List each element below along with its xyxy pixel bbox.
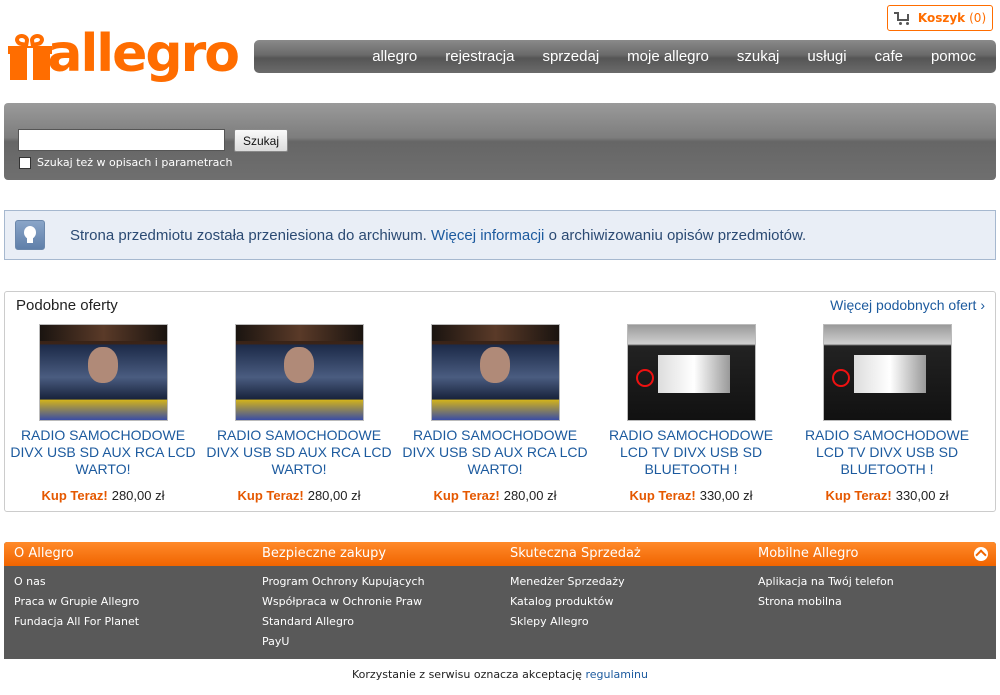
nav-rejestracja[interactable]: rejestracja	[445, 48, 514, 65]
offer-card: RADIO SAMOCHODOWE DIVX USB SD AUX RCA LC…	[400, 324, 590, 503]
top-navigation: allegro rejestracja sprzedaj moje allegr…	[254, 40, 996, 73]
nav-cafe[interactable]: cafe	[875, 48, 903, 65]
archive-info-banner: Strona przedmiotu została przeniesiona d…	[4, 210, 996, 260]
offer-image[interactable]	[822, 324, 952, 421]
buy-now-label: Kup Teraz!	[825, 488, 892, 503]
offer-price: 330,00 zł	[699, 488, 753, 503]
buy-now-label: Kup Teraz!	[41, 488, 108, 503]
offer-card: RADIO SAMOCHODOWE DIVX USB SD AUX RCA LC…	[8, 324, 198, 503]
footer-link[interactable]: Katalog produktów	[510, 594, 625, 614]
archive-info-text: Strona przedmiotu została przeniesiona d…	[70, 227, 806, 244]
footer-link[interactable]: Strona mobilna	[758, 594, 894, 614]
offer-price: 280,00 zł	[503, 488, 557, 503]
offer-title[interactable]: RADIO SAMOCHODOWE DIVX USB SD AUX RCA LC…	[204, 427, 394, 478]
footer-link[interactable]: Aplikacja na Twój telefon	[758, 574, 894, 594]
offer-title[interactable]: RADIO SAMOCHODOWE DIVX USB SD AUX RCA LC…	[400, 427, 590, 478]
footer-link[interactable]: Program Ochrony Kupujących	[262, 574, 425, 594]
search-button[interactable]: Szukaj	[234, 129, 288, 152]
nav-moje-allegro[interactable]: moje allegro	[627, 48, 709, 65]
offer-title[interactable]: RADIO SAMOCHODOWE LCD TV DIVX USB SD BLU…	[792, 427, 982, 478]
search-bar: Szukaj Szukaj też w opisach i parametrac…	[4, 103, 996, 180]
footer-heading: O Allegro	[14, 546, 74, 561]
nav-sprzedaj[interactable]: sprzedaj	[542, 48, 599, 65]
footer-heading: Mobilne Allegro	[758, 546, 859, 561]
cart-count: (0)	[969, 11, 987, 25]
buy-now-label: Kup Teraz!	[629, 488, 696, 503]
terms-link[interactable]: regulaminu	[585, 668, 648, 681]
offer-price-line: Kup Teraz! 280,00 zł	[400, 488, 590, 503]
footer-link[interactable]: Fundacja All For Planet	[14, 614, 139, 634]
offer-image[interactable]	[626, 324, 756, 421]
footer-link[interactable]: Praca w Grupie Allegro	[14, 594, 139, 614]
offer-card: RADIO SAMOCHODOWE DIVX USB SD AUX RCA LC…	[204, 324, 394, 503]
search-descriptions-label: Szukaj też w opisach i parametrach	[37, 156, 233, 169]
collapse-up-icon[interactable]	[974, 547, 988, 561]
cart-icon	[893, 11, 910, 25]
site-footer: O Allegro O nas Praca w Grupie Allegro F…	[4, 542, 996, 659]
footer-link[interactable]: O nas	[14, 574, 139, 594]
offer-title[interactable]: RADIO SAMOCHODOWE LCD TV DIVX USB SD BLU…	[596, 427, 786, 478]
footer-link[interactable]: Standard Allegro	[262, 614, 425, 634]
offer-price-line: Kup Teraz! 330,00 zł	[596, 488, 786, 503]
offer-price: 280,00 zł	[111, 488, 165, 503]
footer-heading: Bezpieczne zakupy	[262, 546, 387, 561]
terms-notice: Korzystanie z serwisu oznacza akceptację…	[0, 668, 1000, 681]
nav-allegro[interactable]: allegro	[372, 48, 417, 65]
offer-card: RADIO SAMOCHODOWE LCD TV DIVX USB SD BLU…	[792, 324, 982, 503]
buy-now-label: Kup Teraz!	[237, 488, 304, 503]
offer-image[interactable]	[430, 324, 560, 421]
offer-price-line: Kup Teraz! 280,00 zł	[8, 488, 198, 503]
offer-image[interactable]	[38, 324, 168, 421]
lightbulb-icon	[15, 220, 45, 250]
similar-offers: Podobne oferty Więcej podobnych ofert › …	[4, 291, 996, 512]
more-similar-offers-link[interactable]: Więcej podobnych ofert ›	[830, 297, 985, 313]
info-text-after: o archiwizowaniu opisów przedmiotów.	[548, 227, 807, 244]
offer-price: 330,00 zł	[895, 488, 949, 503]
allegro-logo[interactable]: allegro	[8, 24, 240, 88]
footer-heading: Skuteczna Sprzedaż	[510, 546, 641, 561]
terms-text: Korzystanie z serwisu oznacza akceptację	[352, 668, 582, 681]
offer-price: 280,00 zł	[307, 488, 361, 503]
footer-link[interactable]: Menedżer Sprzedaży	[510, 574, 625, 594]
footer-link[interactable]: Sklepy Allegro	[510, 614, 625, 634]
offer-title[interactable]: RADIO SAMOCHODOWE DIVX USB SD AUX RCA LC…	[8, 427, 198, 478]
nav-uslugi[interactable]: usługi	[807, 48, 846, 65]
nav-pomoc[interactable]: pomoc	[931, 48, 976, 65]
search-input[interactable]	[18, 129, 225, 151]
logo-text: allegro	[47, 24, 240, 84]
cart-button[interactable]: Koszyk (0)	[887, 5, 993, 31]
offer-card: RADIO SAMOCHODOWE LCD TV DIVX USB SD BLU…	[596, 324, 786, 503]
gift-icon	[8, 32, 52, 80]
nav-szukaj[interactable]: szukaj	[737, 48, 780, 65]
footer-link[interactable]: Współpraca w Ochronie Praw	[262, 594, 425, 614]
info-text-before: Strona przedmiotu została przeniesiona d…	[70, 227, 427, 244]
buy-now-label: Kup Teraz!	[433, 488, 500, 503]
similar-offers-title: Podobne oferty	[16, 297, 118, 314]
offer-image[interactable]	[234, 324, 364, 421]
more-info-link[interactable]: Więcej informacji	[431, 227, 544, 244]
footer-link[interactable]: PayU	[262, 634, 425, 654]
cart-label: Koszyk	[917, 11, 966, 25]
search-descriptions-checkbox[interactable]	[19, 157, 31, 169]
offer-price-line: Kup Teraz! 330,00 zł	[792, 488, 982, 503]
offer-price-line: Kup Teraz! 280,00 zł	[204, 488, 394, 503]
